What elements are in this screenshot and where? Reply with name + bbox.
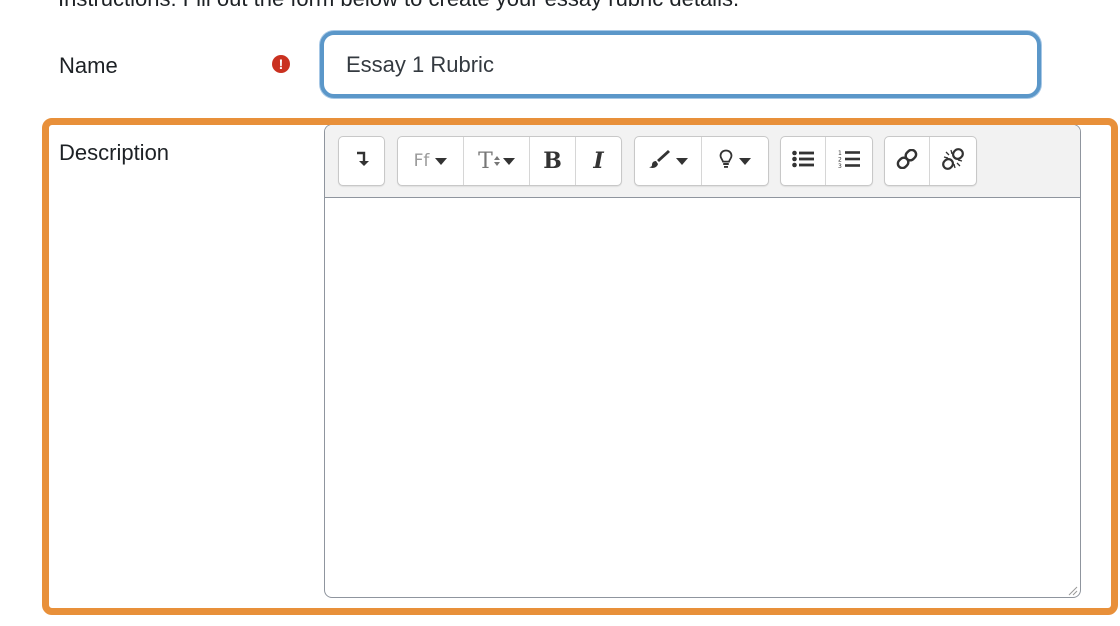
italic-icon: I (593, 148, 604, 174)
toolbar-group-lists: 1 2 3 (780, 136, 873, 186)
ordered-list-button[interactable]: 1 2 3 (826, 137, 872, 185)
chevron-down-icon (739, 157, 751, 165)
paintbrush-icon (648, 149, 670, 174)
toolbar-group-more (338, 136, 385, 186)
show-more-button[interactable] (339, 137, 384, 185)
font-color-button[interactable] (635, 137, 702, 185)
name-label: Name (59, 53, 118, 78)
font-family-button[interactable]: Ff (398, 137, 464, 185)
description-content-area[interactable] (325, 197, 1080, 597)
link-button[interactable] (885, 137, 930, 185)
bold-button[interactable]: B (530, 137, 576, 185)
unlink-button[interactable] (930, 137, 976, 185)
font-size-icon: T (478, 148, 493, 174)
size-arrows-icon (493, 156, 500, 166)
italic-button[interactable]: I (576, 137, 621, 185)
svg-text:3: 3 (838, 163, 842, 169)
instructions-text: Instructions: Fill out the form below to… (58, 0, 739, 12)
description-editor: Ff T B I 1 2 3 (324, 124, 1081, 598)
lightbulb-icon (719, 149, 733, 174)
chevron-down-icon (676, 157, 688, 165)
unordered-list-icon (792, 150, 814, 173)
font-size-button[interactable]: T (464, 137, 530, 185)
description-label: Description (59, 140, 170, 165)
toolbar-group-style: Ff T B I (397, 136, 622, 186)
editor-toolbar: Ff T B I 1 2 3 (325, 125, 1080, 198)
exclamation-circle-icon: ! (272, 55, 290, 73)
background-color-button[interactable] (702, 137, 768, 185)
link-icon (896, 148, 918, 174)
resize-handle-icon[interactable] (1066, 583, 1078, 596)
unordered-list-button[interactable] (781, 137, 826, 185)
bold-icon: B (543, 148, 562, 174)
name-input[interactable] (320, 31, 1041, 98)
ordered-list-icon: 1 2 3 (838, 149, 860, 174)
toolbar-group-colors (634, 136, 769, 186)
toolbar-group-links (884, 136, 977, 186)
chevron-down-icon (502, 157, 515, 165)
chevron-down-icon (435, 157, 448, 165)
unlink-icon (942, 147, 964, 175)
font-family-icon: Ff (413, 151, 430, 171)
show-more-icon (355, 150, 369, 173)
